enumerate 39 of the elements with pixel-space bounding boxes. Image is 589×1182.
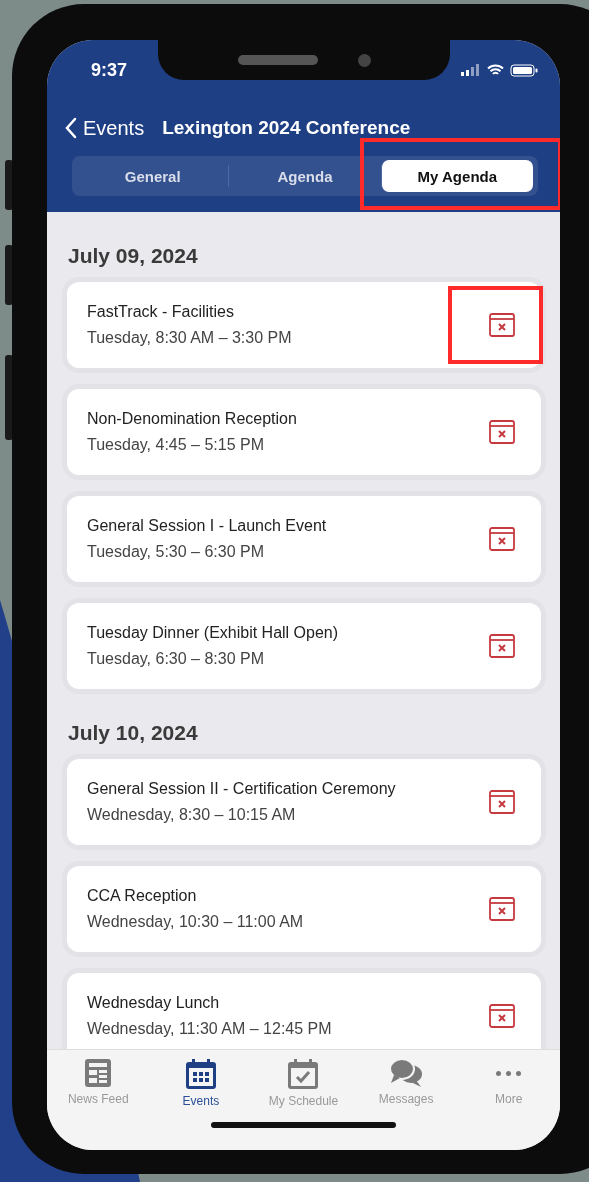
event-title: Non-Denomination Reception bbox=[87, 410, 297, 428]
event-title: General Session I - Launch Event bbox=[87, 517, 327, 535]
calendar-remove-icon[interactable] bbox=[488, 1002, 516, 1030]
more-icon bbox=[496, 1070, 522, 1076]
calendar-remove-icon[interactable] bbox=[488, 788, 516, 816]
calendar-check-icon bbox=[287, 1058, 320, 1090]
segment-tab[interactable]: Agenda bbox=[229, 160, 381, 192]
back-link[interactable]: Events bbox=[65, 116, 145, 140]
segment-tab[interactable]: My Agenda bbox=[381, 160, 533, 192]
event-time: Tuesday, 4:45 – 5:15 PM bbox=[87, 436, 265, 454]
event-title: Wednesday Lunch bbox=[87, 994, 221, 1012]
event-time: Wednesday, 10:30 – 11:00 AM bbox=[87, 913, 304, 931]
battery-icon bbox=[510, 63, 538, 77]
chat-bubbles-icon bbox=[389, 1058, 424, 1088]
screen-title: Lexington 2024 Conference bbox=[162, 117, 411, 139]
event-time: Wednesday, 11:30 AM – 12:45 PM bbox=[87, 1020, 332, 1038]
event-time: Tuesday, 5:30 – 6:30 PM bbox=[87, 543, 265, 561]
calendar-remove-icon[interactable] bbox=[488, 418, 516, 446]
event-time: Wednesday, 8:30 – 10:15 AM bbox=[87, 806, 297, 824]
section-date: July 09, 2024 bbox=[68, 244, 199, 268]
event-title: CCA Reception bbox=[87, 887, 198, 905]
event-title: Tuesday Dinner (Exhibit Hall Open) bbox=[87, 624, 339, 642]
event-title: FastTrack - Facilities bbox=[87, 303, 235, 321]
event-title: General Session II - Certification Ceremony bbox=[87, 780, 396, 798]
back-chevron-icon bbox=[65, 117, 77, 139]
calendar-remove-icon[interactable] bbox=[488, 525, 516, 553]
status-time: 9:37 bbox=[91, 59, 128, 81]
event-time: Tuesday, 8:30 AM – 3:30 PM bbox=[87, 329, 292, 347]
event-time: Tuesday, 6:30 – 8:30 PM bbox=[87, 650, 265, 668]
tab-bar-item[interactable]: Events bbox=[150, 1058, 251, 1108]
calendar-icon bbox=[184, 1058, 217, 1090]
signal-icon bbox=[461, 64, 481, 76]
section-date: July 10, 2024 bbox=[68, 721, 199, 745]
calendar-remove-icon[interactable] bbox=[488, 895, 516, 923]
segment-tab[interactable]: General bbox=[77, 160, 229, 192]
calendar-remove-icon[interactable] bbox=[488, 311, 516, 339]
newspaper-icon bbox=[84, 1058, 113, 1088]
wifi-icon bbox=[487, 63, 504, 77]
calendar-remove-icon[interactable] bbox=[488, 632, 516, 660]
